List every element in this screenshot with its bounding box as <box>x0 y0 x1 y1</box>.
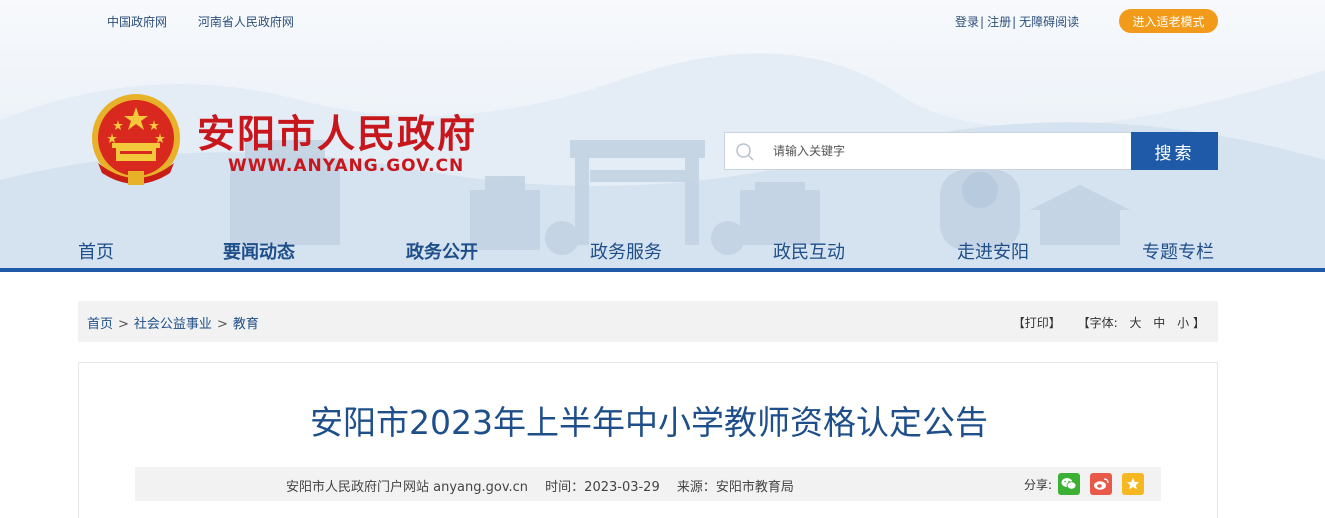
site-url: WWW.ANYANG.GOV.CN <box>228 156 465 176</box>
national-emblem-icon <box>92 94 180 185</box>
link-henan-gov[interactable]: 河南省人民政府网 <box>198 15 294 29</box>
nav-about-anyang[interactable]: 走进安阳 <box>957 238 1029 264</box>
separator: | <box>980 15 985 29</box>
nav-interaction[interactable]: 政民互动 <box>773 238 845 264</box>
search-icon <box>736 143 754 161</box>
breadcrumb-public-welfare[interactable]: 社会公益事业 <box>134 317 212 332</box>
share-panel: 分享: <box>1024 473 1145 495</box>
nav-gov-services[interactable]: 政务服务 <box>590 238 662 264</box>
article-meta: 安阳市人民政府门户网站 anyang.gov.cn 时间：2023-03-29 … <box>286 476 807 495</box>
weibo-share-icon[interactable] <box>1090 473 1113 495</box>
register-link[interactable]: 注册 <box>987 15 1011 29</box>
font-large-button[interactable]: 大 <box>1129 316 1141 330</box>
page-tools: 【打印】 【字体: 大 中 小 】 <box>1013 314 1205 331</box>
nav-news[interactable]: 要闻动态 <box>223 238 295 264</box>
font-medium-button[interactable]: 中 <box>1153 316 1165 330</box>
article-meta-bar: 安阳市人民政府门户网站 anyang.gov.cn 时间：2023-03-29 … <box>135 467 1161 501</box>
account-links: 登录| 注册| 无障碍阅读 <box>955 13 1079 30</box>
font-size-label: 【字体: <box>1077 316 1118 330</box>
nav-special-topics[interactable]: 专题专栏 <box>1142 238 1214 264</box>
accessible-reading-link[interactable]: 无障碍阅读 <box>1019 15 1079 29</box>
link-gov-cn[interactable]: 中国政府网 <box>107 15 167 29</box>
login-link[interactable]: 登录 <box>955 15 979 29</box>
top-links: 中国政府网 河南省人民政府网 <box>107 13 321 30</box>
article-panel: 安阳市2023年上半年中小学教师资格认定公告 安阳市人民政府门户网站 anyan… <box>78 362 1218 518</box>
favorite-share-icon[interactable] <box>1122 473 1145 495</box>
article-site: 安阳市人民政府门户网站 anyang.gov.cn <box>286 480 529 495</box>
breadcrumb-bar: 首页 > 社会公益事业 > 教育 【打印】 【字体: 大 中 小 】 <box>78 301 1218 342</box>
font-small-button[interactable]: 小 <box>1177 316 1189 330</box>
search-input[interactable] <box>773 137 1113 165</box>
article-time: 时间：2023-03-29 <box>545 480 660 495</box>
nav-gov-affairs-open[interactable]: 政务公开 <box>406 238 478 264</box>
separator: | <box>1012 15 1017 29</box>
search-button[interactable]: 搜索 <box>1131 132 1218 170</box>
nav-home[interactable]: 首页 <box>78 238 114 264</box>
search-box <box>724 132 1132 170</box>
breadcrumb-separator: > <box>216 317 228 332</box>
elder-mode-button[interactable]: 进入适老模式 <box>1119 9 1218 33</box>
breadcrumb-education[interactable]: 教育 <box>233 317 259 332</box>
font-size-close: 】 <box>1192 316 1205 330</box>
breadcrumb-separator: > <box>118 317 129 332</box>
wechat-share-icon[interactable] <box>1058 473 1081 495</box>
breadcrumb: 首页 > 社会公益事业 > 教育 <box>87 313 259 332</box>
share-label: 分享: <box>1024 477 1053 492</box>
nav-divider <box>0 268 1325 272</box>
site-title: 安阳市人民政府 <box>197 112 478 156</box>
article-title: 安阳市2023年上半年中小学教师资格认定公告 <box>310 403 988 442</box>
breadcrumb-home[interactable]: 首页 <box>87 317 113 332</box>
main-nav: 首页 要闻动态 政务公开 政务服务 政民互动 走进安阳 专题专栏 <box>0 238 1325 268</box>
header-banner: 中国政府网 河南省人民政府网 登录| 注册| 无障碍阅读 进入适老模式 安阳市人民政… <box>0 0 1325 272</box>
print-button[interactable]: 【打印】 <box>1013 316 1061 330</box>
article-source: 来源：安阳市教育局 <box>676 480 794 495</box>
